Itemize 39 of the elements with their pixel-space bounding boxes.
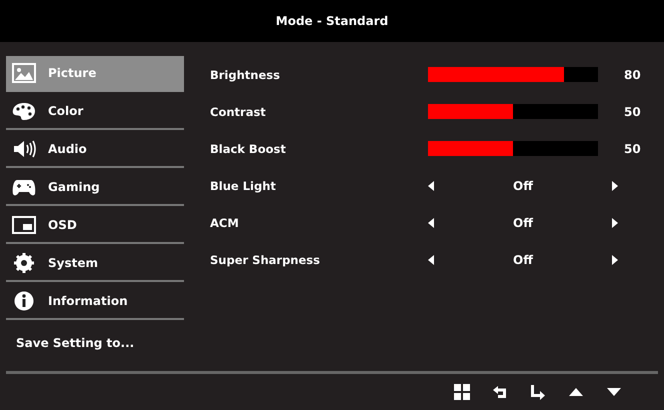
setting-label: Blue Light (210, 178, 277, 192)
option-value: Off (513, 216, 533, 230)
slider-value: 50 (624, 142, 641, 156)
save-setting-item[interactable]: Save Setting to... (16, 336, 184, 350)
palette-icon (12, 101, 36, 121)
option-value: Off (513, 178, 533, 192)
menu-item[interactable]: Color (6, 94, 184, 130)
menu-item[interactable]: Information (6, 284, 184, 320)
setting-label: Black Boost (210, 142, 287, 156)
menu-item[interactable]: System (6, 246, 184, 282)
menu-grid-icon[interactable] (454, 384, 470, 400)
back-arrow-icon[interactable] (492, 384, 508, 400)
setting-label: Contrast (210, 104, 267, 118)
speaker-icon (12, 139, 36, 159)
slider-value: 50 (624, 104, 641, 118)
left-arrow-icon[interactable] (428, 218, 434, 228)
slider-value: 80 (624, 68, 641, 82)
slider-track[interactable] (428, 104, 598, 119)
right-arrow-icon[interactable] (612, 218, 618, 228)
picture-icon (12, 63, 36, 83)
left-arrow-icon[interactable] (428, 180, 434, 190)
gamepad-icon (12, 177, 36, 197)
enter-arrow-icon[interactable] (530, 384, 546, 400)
right-arrow-icon[interactable] (612, 180, 618, 190)
mode-title: Mode - Standard (276, 14, 388, 28)
slider-track[interactable] (428, 67, 598, 82)
option-value: Off (513, 252, 533, 266)
menu-item[interactable]: OSD (6, 208, 184, 244)
setting-label: ACM (210, 216, 240, 230)
info-icon (12, 291, 36, 311)
right-arrow-icon[interactable] (612, 254, 618, 264)
left-arrow-icon[interactable] (428, 254, 434, 264)
setting-label: Super Sharpness (210, 252, 321, 266)
setting-label: Brightness (210, 68, 281, 82)
slider-track[interactable] (428, 141, 598, 156)
gear-icon (12, 253, 36, 273)
window-icon (12, 215, 36, 235)
menu-item[interactable]: Gaming (6, 170, 184, 206)
menu-item[interactable]: Audio (6, 132, 184, 168)
